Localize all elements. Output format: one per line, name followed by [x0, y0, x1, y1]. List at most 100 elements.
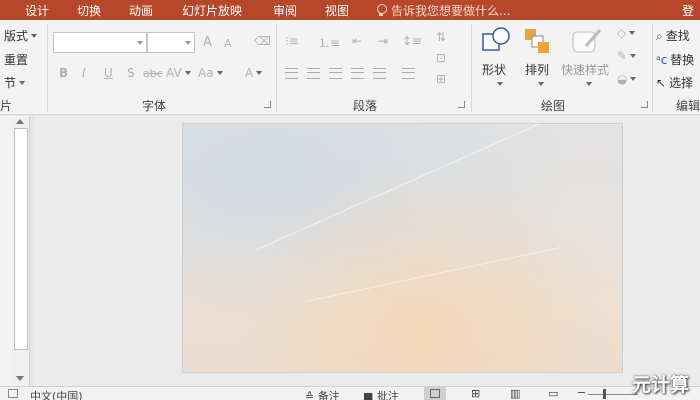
change-case-button[interactable]: Aa: [198, 66, 223, 80]
chevron-down-icon: [216, 71, 223, 75]
section-button[interactable]: 节: [4, 74, 26, 91]
drawing-group-label: 绘图: [541, 99, 566, 113]
shapes-label: 形状: [482, 63, 507, 77]
align-right-icon[interactable]: [329, 68, 342, 79]
quick-styles-label: 快速样式: [561, 63, 610, 77]
chevron-down-icon: [497, 82, 503, 86]
language-indicator[interactable]: 中文(中国): [30, 388, 83, 400]
reset-button[interactable]: 重置: [4, 51, 28, 68]
italic-button[interactable]: I: [82, 66, 86, 80]
font-color-label: A: [245, 66, 254, 80]
text-shadow-button[interactable]: S: [127, 66, 135, 80]
numbering-icon[interactable]: ⒈≡: [318, 34, 340, 51]
replace-label: 替换: [670, 53, 695, 67]
paragraph-dialog-launcher-icon[interactable]: [458, 101, 465, 108]
font-dialog-launcher-icon[interactable]: [264, 101, 271, 108]
replace-icon: ᵃc: [656, 53, 668, 67]
smartart-icon[interactable]: ⊞: [436, 72, 446, 86]
tab-slideshow[interactable]: 幻灯片放映: [182, 2, 242, 19]
distributed-icon[interactable]: [373, 68, 386, 79]
tab-animations[interactable]: 动画: [129, 2, 153, 19]
chevron-down-icon: [630, 77, 637, 81]
decrease-indent-icon[interactable]: ⇤: [352, 34, 362, 48]
columns-icon[interactable]: [402, 68, 415, 79]
chevron-down-icon: [31, 34, 38, 38]
grow-font-icon[interactable]: A: [203, 35, 212, 50]
line-spacing-icon[interactable]: ↕≡: [402, 34, 422, 48]
bullets-icon[interactable]: ⁝≡: [285, 34, 299, 48]
notes-button[interactable]: ≙ 备注: [305, 388, 340, 400]
cursor-icon: ↖: [656, 76, 667, 90]
grid-icon: ⊞: [471, 387, 481, 400]
tab-design[interactable]: 设计: [25, 2, 49, 19]
font-size-combo[interactable]: [147, 32, 195, 53]
slide-sorter-button[interactable]: ⊞: [467, 387, 489, 400]
select-button[interactable]: ↖ 选择: [656, 74, 693, 91]
bold-button[interactable]: B: [59, 66, 68, 80]
spell-check-icon[interactable]: [8, 389, 18, 398]
normal-view-button[interactable]: [424, 387, 446, 400]
chevron-down-icon: [630, 54, 637, 58]
status-bar: 中文(中国) ≙ 备注 ■ 批注 ⊞ ▥ ▭ −: [0, 386, 700, 400]
comment-icon: ■: [363, 390, 377, 400]
replace-button[interactable]: ᵃc 替换: [656, 51, 694, 68]
shrink-font-icon[interactable]: A: [224, 37, 232, 50]
chevron-down-icon: [19, 81, 26, 85]
chevron-down-icon: [185, 41, 191, 45]
comments-button[interactable]: ■ 批注: [363, 388, 399, 400]
font-name-combo[interactable]: [53, 32, 147, 53]
group-separator: [47, 24, 48, 112]
find-label: 查找: [665, 29, 690, 43]
scroll-down-icon[interactable]: [16, 376, 24, 381]
text-direction-icon[interactable]: ⇅: [436, 30, 446, 44]
quick-styles-icon: [572, 29, 602, 53]
shape-outline-icon[interactable]: ✎: [617, 49, 637, 63]
tab-view[interactable]: 视图: [325, 2, 349, 19]
increase-indent-icon[interactable]: ⇥: [378, 34, 388, 48]
shape-fill-icon[interactable]: ◇: [617, 26, 636, 40]
chevron-down-icon: [586, 82, 592, 86]
chevron-down-icon: [538, 82, 544, 86]
chevron-down-icon: [629, 31, 636, 35]
editing-group-label: 编辑: [676, 99, 700, 113]
clear-format-icon[interactable]: ⌫: [254, 34, 271, 48]
current-slide[interactable]: [182, 123, 623, 373]
arrange-button[interactable]: 排列: [525, 61, 549, 78]
comments-label: 批注: [376, 390, 399, 400]
group-separator: [471, 24, 472, 112]
align-left-icon[interactable]: [285, 68, 298, 79]
drawing-dialog-launcher-icon[interactable]: [641, 101, 648, 108]
reading-view-button[interactable]: ▥: [505, 387, 527, 400]
search-icon: ⌕: [656, 29, 663, 43]
align-text-icon[interactable]: ⊡: [436, 51, 446, 65]
arrange-label: 排列: [525, 63, 550, 77]
shapes-button[interactable]: 形状: [482, 61, 506, 78]
tab-transitions[interactable]: 切换: [77, 2, 101, 19]
lightbulb-icon: [376, 4, 387, 16]
char-spacing-button[interactable]: AV: [166, 66, 191, 80]
tell-me-search[interactable]: 告诉我您想要做什么...: [376, 2, 510, 19]
find-button[interactable]: ⌕ 查找: [656, 27, 690, 44]
underline-button[interactable]: U: [104, 66, 113, 80]
scrollbar-thumb[interactable]: [14, 128, 28, 350]
scroll-up-icon[interactable]: [16, 119, 24, 124]
font-color-button[interactable]: A: [245, 66, 263, 80]
shape-effects-icon[interactable]: ◒: [617, 72, 637, 86]
zoom-slider-knob[interactable]: [603, 389, 606, 399]
strikethrough-button[interactable]: abc: [143, 67, 163, 80]
ribbon-tab-bar: 设计 切换 动画 幻灯片放映 审阅 视图 告诉我您想要做什么... 登录: [0, 0, 700, 35]
section-label: 节: [4, 76, 17, 90]
projector-icon: ▭: [548, 387, 559, 400]
chevron-down-icon: [137, 41, 143, 45]
layout-button[interactable]: 版式: [4, 27, 38, 44]
paragraph-group-label: 段落: [353, 99, 378, 113]
notes-label: 备注: [317, 390, 340, 400]
tab-review[interactable]: 审阅: [273, 2, 297, 19]
justify-icon[interactable]: [351, 68, 364, 79]
zoom-slider[interactable]: [588, 394, 638, 395]
group-separator: [652, 24, 653, 112]
quick-styles-button[interactable]: 快速样式: [561, 61, 609, 78]
slideshow-button[interactable]: ▭: [543, 387, 565, 400]
align-center-icon[interactable]: [307, 68, 320, 79]
zoom-out-button[interactable]: −: [577, 386, 586, 399]
